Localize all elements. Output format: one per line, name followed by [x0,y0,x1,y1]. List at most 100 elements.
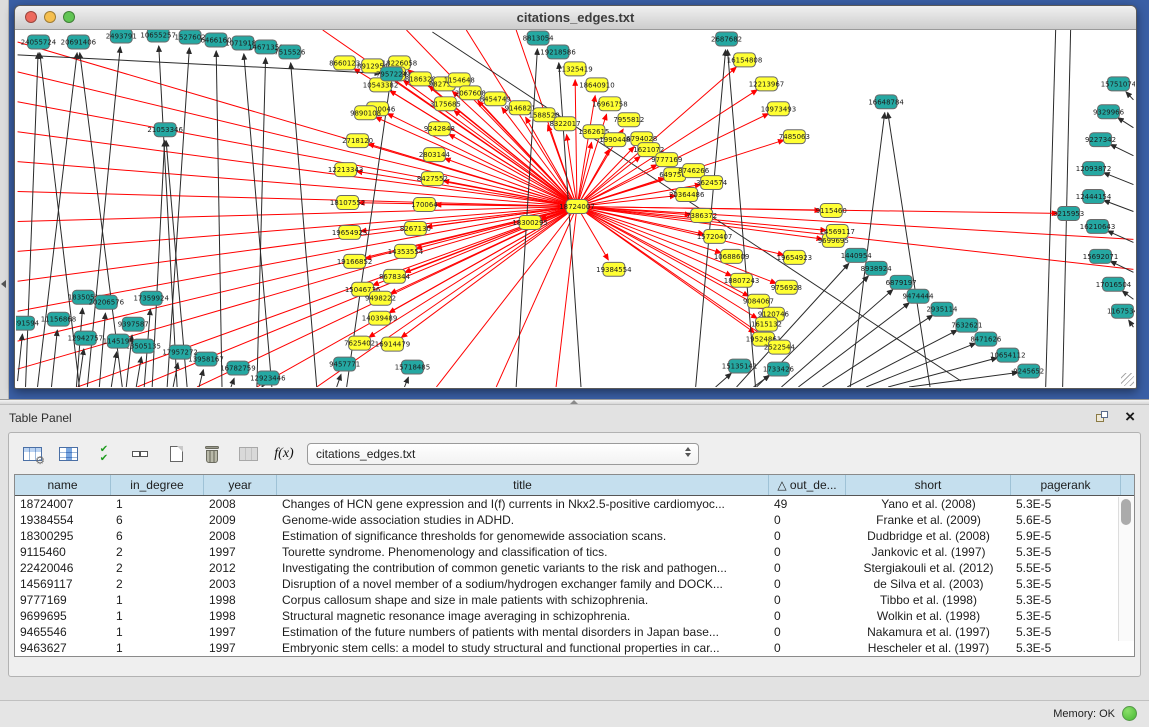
network-node[interactable]: 24055724 [21,35,57,49]
network-node[interactable]: 10655257 [140,30,175,42]
network-node[interactable]: 10973493 [761,102,796,116]
network-node[interactable]: 7955812 [613,113,644,127]
table-row[interactable]: 1872400712008Changes of HCN gene express… [15,496,1134,512]
table-row[interactable]: 946362711997Embryonic stem cells: a mode… [15,640,1134,656]
row-height-icon[interactable] [127,442,153,466]
table-row[interactable]: 1456911722003Disruption of a novel membe… [15,576,1134,592]
network-node[interactable]: 9115460 [816,204,847,218]
network-node[interactable]: 2935114 [926,302,958,316]
delete-column-icon[interactable] [199,442,225,466]
network-node[interactable]: 17359924 [133,291,169,305]
network-node[interactable]: 3215953 [1053,207,1084,221]
network-node[interactable]: 2718120 [342,134,373,148]
scrollbar-thumb[interactable] [1121,499,1131,525]
network-node[interactable]: 14353554 [388,244,424,258]
network-node[interactable]: 12213967 [749,77,784,91]
column-header-indegree[interactable]: in_degree [111,475,204,495]
table-row[interactable]: 1938455462009Genome-wide association stu… [15,512,1134,528]
network-node[interactable]: 8427552 [417,172,448,186]
column-header-outde[interactable]: △ out_de... [769,475,846,495]
network-node[interactable]: 9242848 [424,122,455,136]
network-node[interactable]: 2687682 [711,32,742,46]
network-node[interactable]: 8471626 [970,332,1001,346]
network-node[interactable]: 1733426 [763,362,794,376]
network-node[interactable]: 8322017 [550,117,581,131]
select-all-rows-icon[interactable]: ✔✔ [91,442,117,466]
table-row[interactable]: 2242004622012Investigating the contribut… [15,560,1134,576]
network-node[interactable]: 7625402 [344,336,375,350]
network-node[interactable]: 9245652 [1013,364,1044,378]
network-node[interactable]: 9756928 [771,280,802,294]
memory-status-indicator[interactable] [1122,706,1137,721]
network-node[interactable]: 9227342 [1085,133,1116,147]
network-node[interactable]: 9391594 [16,316,40,330]
network-node[interactable]: 8678344 [379,269,411,283]
network-node[interactable]: 1615132 [751,317,782,331]
network-node[interactable]: 8813054 [523,31,555,45]
network-node[interactable]: 20691406 [61,35,96,49]
table-row[interactable]: 1830029562008Estimation of significance … [15,528,1134,544]
column-header-pagerank[interactable]: pagerank [1011,475,1121,495]
network-node[interactable]: 15751074 [1101,77,1135,91]
network-node[interactable]: 9777169 [651,153,682,167]
network-node[interactable]: 9397587 [118,317,149,331]
column-header-year[interactable]: year [204,475,277,495]
window-titlebar[interactable]: citations_edges.txt [15,6,1136,30]
network-node[interactable]: 7485063 [779,130,810,144]
network-node[interactable]: 2803144 [419,148,451,162]
network-node[interactable]: 9329966 [1093,105,1124,119]
network-node[interactable]: 7632621 [951,318,982,332]
network-node[interactable]: 19384554 [596,262,632,276]
table-vertical-scrollbar[interactable] [1118,497,1134,641]
table-row[interactable]: 977716911998Corpus callosum shape and si… [15,592,1134,608]
network-node[interactable]: 19166852 [337,254,372,268]
network-node[interactable]: 2522544 [764,340,796,354]
column-header-title[interactable]: title [277,475,769,495]
network-canvas[interactable]: 1872400786601238912954182260589827509105… [16,30,1135,387]
network-node[interactable]: 10654112 [990,348,1025,362]
close-panel-icon[interactable]: × [1125,407,1135,427]
network-node[interactable]: 19218586 [540,45,575,59]
network-node[interactable]: 15692071 [1083,249,1118,263]
network-node[interactable]: 8267130 [400,221,431,235]
network-node[interactable]: 1167534 [1107,304,1135,318]
network-node[interactable]: 11325419 [557,62,592,76]
network-node[interactable]: 18640910 [579,78,614,92]
network-node[interactable]: 2493791 [106,30,137,43]
network-node[interactable]: 9474444 [903,289,935,303]
table-options-icon[interactable]: ⚙ [19,442,45,466]
network-node[interactable]: 170064 [411,198,438,212]
show-columns-icon[interactable] [55,442,81,466]
network-node[interactable]: 12923446 [250,371,285,385]
network-node[interactable]: 16914479 [375,337,410,351]
network-node[interactable]: 12213343 [328,163,363,177]
window-resize-grip[interactable] [1121,373,1134,386]
network-node[interactable]: 16210643 [1080,219,1115,233]
new-column-icon[interactable] [163,442,189,466]
network-node[interactable]: 16961758 [592,97,627,111]
network-node[interactable]: 3175685 [430,97,461,111]
network-selector-dropdown[interactable]: citations_edges.txt [307,443,699,465]
network-node[interactable]: 3624574 [696,176,728,190]
function-builder-icon[interactable]: f(x) [271,442,297,466]
network-node[interactable]: 9084067 [743,294,774,308]
column-header-short[interactable]: short [846,475,1011,495]
network-node[interactable]: 8938924 [861,261,893,275]
network-node[interactable]: 21053346 [147,123,182,137]
table-row[interactable]: 946554611997Estimation of the future num… [15,624,1134,640]
network-node[interactable]: 7515526 [274,45,305,59]
network-node[interactable]: 9890108 [350,106,381,120]
splitter-handle-icon[interactable] [570,400,578,404]
network-node[interactable]: 9457771 [329,357,360,371]
network-node[interactable]: 17016504 [1096,277,1132,291]
panel-collapse-handle[interactable] [1,280,6,288]
table-row[interactable]: 969969511998Structural magnetic resonanc… [15,608,1134,624]
network-node[interactable]: 18107552 [330,196,365,210]
network-node[interactable]: 7386372 [686,209,717,223]
network-node[interactable]: 15718485 [395,360,430,374]
network-node[interactable]: 9498222 [365,291,396,305]
float-panel-icon[interactable] [1096,411,1109,424]
column-header-name[interactable]: name [15,475,111,495]
table-row[interactable]: 911546021997Tourette syndrome. Phenomeno… [15,544,1134,560]
network-node[interactable]: 19654925 [332,225,367,239]
